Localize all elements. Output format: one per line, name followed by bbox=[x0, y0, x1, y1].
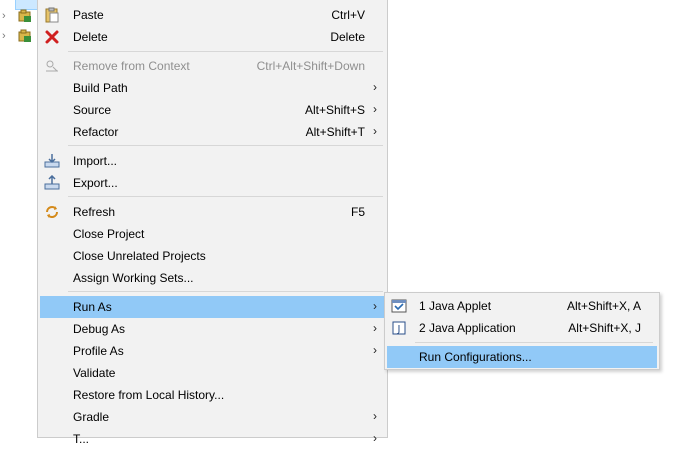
menu-separator bbox=[68, 291, 383, 292]
project-explorer: › › bbox=[0, 0, 39, 436]
menu-item-remove-from-context[interactable]: Remove from Context Ctrl+Alt+Shift+Down bbox=[40, 55, 385, 77]
menu-separator bbox=[68, 145, 383, 146]
shortcut-label: F5 bbox=[350, 205, 365, 219]
submenu-arrow-icon: › bbox=[373, 321, 377, 335]
submenu-arrow-icon: › bbox=[373, 80, 377, 94]
submenu-item-label: 2 Java Application bbox=[419, 321, 516, 335]
menu-item-team[interactable]: T... › bbox=[40, 428, 385, 450]
java-applet-icon bbox=[391, 299, 407, 313]
project-icon bbox=[18, 9, 31, 22]
menu-item-label: Refresh bbox=[73, 205, 116, 219]
submenu-item-run-configurations[interactable]: Run Configurations... bbox=[387, 346, 657, 368]
menu-item-label: Validate bbox=[73, 366, 116, 380]
menu-item-label: Delete bbox=[73, 30, 108, 44]
project-icon bbox=[18, 29, 31, 42]
project-row[interactable]: › bbox=[0, 28, 38, 46]
import-icon bbox=[44, 154, 60, 168]
shortcut-label: Ctrl+Alt+Shift+Down bbox=[256, 59, 365, 73]
submenu-arrow-icon: › bbox=[373, 102, 377, 116]
menu-item-label: Export... bbox=[73, 176, 118, 190]
submenu-arrow-icon: › bbox=[373, 124, 377, 138]
menu-item-source[interactable]: Source Alt+Shift+S › bbox=[40, 99, 385, 121]
menu-item-label: Paste bbox=[73, 8, 104, 22]
menu-item-label: Remove from Context bbox=[73, 59, 190, 73]
submenu-arrow-icon: › bbox=[373, 409, 377, 423]
submenu-item-java-application[interactable]: J 2 Java Application Alt+Shift+X, J bbox=[387, 317, 657, 339]
chevron-right-icon[interactable]: › bbox=[2, 10, 6, 22]
menu-item-label: Close Unrelated Projects bbox=[73, 249, 206, 263]
shortcut-label: Alt+Shift+X, J bbox=[568, 321, 641, 335]
submenu-item-label: 1 Java Applet bbox=[419, 299, 492, 313]
menu-item-label: Refactor bbox=[73, 125, 119, 139]
menu-item-validate[interactable]: Validate bbox=[40, 362, 385, 384]
submenu-item-label: Run Configurations... bbox=[419, 350, 532, 364]
submenu-arrow-icon: › bbox=[373, 343, 377, 357]
run-as-submenu: 1 Java Applet Alt+Shift+X, A J 2 Java Ap… bbox=[384, 292, 660, 370]
menu-item-debug-as[interactable]: Debug As › bbox=[40, 318, 385, 340]
paste-icon bbox=[45, 7, 59, 23]
menu-item-delete[interactable]: Delete Delete bbox=[40, 26, 385, 48]
menu-item-restore-from-local-history[interactable]: Restore from Local History... bbox=[40, 384, 385, 406]
menu-item-label: Close Project bbox=[73, 227, 145, 241]
submenu-arrow-icon: › bbox=[373, 431, 377, 445]
menu-item-refresh[interactable]: Refresh F5 bbox=[40, 201, 385, 223]
menu-item-export[interactable]: Export... bbox=[40, 172, 385, 194]
menu-item-label: Import... bbox=[73, 154, 118, 168]
java-application-icon: J bbox=[392, 321, 406, 335]
delete-icon bbox=[45, 30, 59, 44]
menu-separator bbox=[68, 196, 383, 197]
svg-text:J: J bbox=[397, 324, 401, 335]
submenu-arrow-icon: › bbox=[373, 299, 377, 313]
menu-item-label: Run As bbox=[73, 300, 112, 314]
menu-item-paste[interactable]: Paste Ctrl+V bbox=[40, 4, 385, 26]
menu-item-label: Gradle bbox=[73, 410, 110, 424]
menu-item-close-project[interactable]: Close Project bbox=[40, 223, 385, 245]
menu-item-close-unrelated-projects[interactable]: Close Unrelated Projects bbox=[40, 245, 385, 267]
menu-item-profile-as[interactable]: Profile As › bbox=[40, 340, 385, 362]
chevron-right-icon[interactable]: › bbox=[2, 30, 6, 42]
menu-item-label: Assign Working Sets... bbox=[73, 271, 194, 285]
export-icon bbox=[44, 175, 60, 190]
menu-item-run-as[interactable]: Run As › bbox=[40, 296, 385, 318]
menu-item-label: Build Path bbox=[73, 81, 128, 95]
menu-item-import[interactable]: Import... bbox=[40, 150, 385, 172]
menu-item-label: Restore from Local History... bbox=[73, 388, 225, 402]
shortcut-label: Alt+Shift+X, A bbox=[566, 299, 641, 313]
context-menu: Paste Ctrl+V Delete Delete Remove from C… bbox=[37, 0, 388, 446]
menu-separator bbox=[68, 51, 383, 52]
remove-context-icon bbox=[46, 60, 58, 72]
shortcut-label: Ctrl+V bbox=[331, 8, 365, 22]
menu-item-label: Source bbox=[73, 103, 112, 117]
submenu-separator bbox=[415, 342, 653, 343]
menu-item-label: Debug As bbox=[73, 322, 126, 336]
menu-item-gradle[interactable]: Gradle › bbox=[40, 406, 385, 428]
shortcut-label: Delete bbox=[330, 30, 365, 44]
shortcut-label: Alt+Shift+S bbox=[304, 103, 365, 117]
shortcut-label: Alt+Shift+T bbox=[305, 125, 365, 139]
menu-item-assign-working-sets[interactable]: Assign Working Sets... bbox=[40, 267, 385, 289]
menu-item-label: Profile As bbox=[73, 344, 124, 358]
menu-item-refactor[interactable]: Refactor Alt+Shift+T › bbox=[40, 121, 385, 143]
menu-item-build-path[interactable]: Build Path › bbox=[40, 77, 385, 99]
submenu-item-java-applet[interactable]: 1 Java Applet Alt+Shift+X, A bbox=[387, 295, 657, 317]
refresh-icon bbox=[46, 206, 58, 218]
menu-item-label: T... bbox=[73, 432, 90, 446]
project-row[interactable]: › bbox=[0, 8, 38, 26]
